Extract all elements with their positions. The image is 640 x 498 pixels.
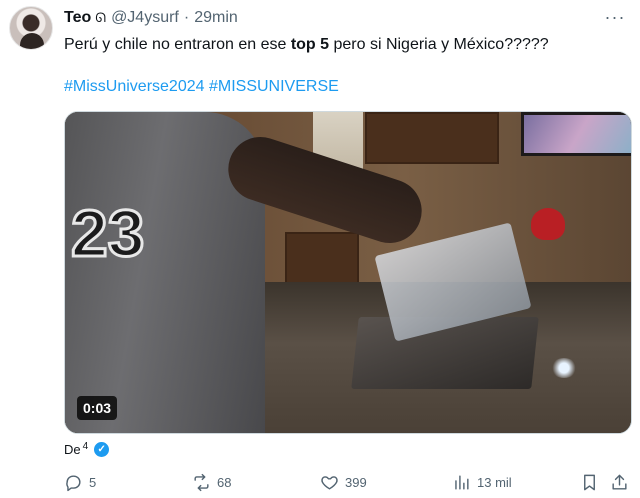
hashtag-missuniverse2024[interactable]: #MissUniverse2024	[64, 78, 205, 95]
jersey-number: 23	[70, 195, 146, 272]
heart-icon	[321, 475, 338, 490]
tweet-header: Teo ᘏ @J4ysurf · 29min	[64, 7, 238, 29]
separator-dot: ·	[183, 9, 190, 26]
tweet-text-part-2: pero si Nigeria y México?????	[329, 36, 549, 53]
upper-cabinet	[365, 112, 499, 164]
timestamp[interactable]: 29min	[194, 9, 238, 27]
bookmark-button[interactable]	[580, 470, 599, 494]
video-duration: 0:03	[77, 396, 118, 420]
like-button[interactable]: 399	[320, 470, 367, 494]
from-label[interactable]: De 4 ✓	[64, 440, 110, 458]
more-options-icon[interactable]: ···	[604, 6, 626, 28]
view-count: 13 mil	[477, 474, 512, 490]
reply-button[interactable]: 5	[64, 470, 96, 494]
television	[521, 112, 631, 156]
from-superscript: 4	[82, 440, 89, 452]
author-handle[interactable]: @J4ysurf	[111, 9, 179, 27]
share-button[interactable]	[610, 470, 629, 494]
red-kettle	[531, 208, 565, 240]
video-frame: 23	[65, 112, 631, 433]
author-emoji-icon: ᘏ	[95, 10, 107, 25]
from-text: De	[64, 441, 81, 457]
views-button[interactable]: 13 mil	[452, 470, 512, 494]
repost-button[interactable]: 68	[192, 470, 231, 494]
analytics-icon	[455, 474, 469, 490]
repost-count: 68	[217, 474, 232, 490]
light-spot	[551, 358, 577, 378]
hashtag-missuniverse[interactable]: #MISSUNIVERSE	[209, 78, 339, 95]
reply-icon	[66, 474, 81, 491]
like-count: 399	[345, 474, 367, 490]
repost-icon	[194, 473, 209, 491]
share-icon	[612, 474, 627, 490]
tweet-text-part-1: Perú y chile no entraron en ese	[64, 36, 291, 53]
bookmark-icon	[584, 474, 595, 490]
hashtags: #MissUniverse2024 #MISSUNIVERSE	[64, 76, 339, 98]
author-name[interactable]: Teo	[64, 9, 91, 27]
verified-check-icon: ✓	[94, 441, 110, 457]
tweet-text: Perú y chile no entraron en ese top 5 pe…	[64, 34, 549, 56]
avatar[interactable]	[9, 6, 53, 50]
reply-count: 5	[89, 474, 97, 490]
video-player[interactable]: 23 0:03	[64, 111, 632, 434]
action-bar: 5 68 399 13 mil	[64, 470, 632, 494]
tweet-text-bold: top 5	[290, 36, 330, 53]
